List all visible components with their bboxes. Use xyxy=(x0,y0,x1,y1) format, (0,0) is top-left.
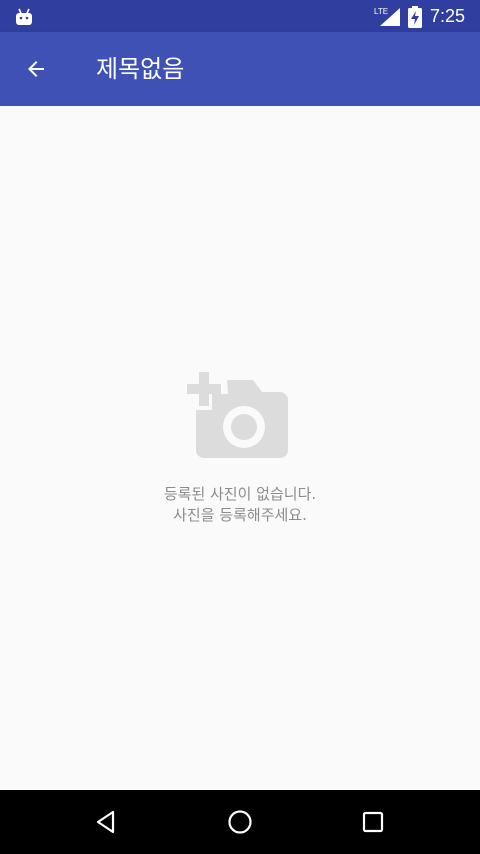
empty-state: 등록된 사진이 없습니다. 사진을 등록해주세요. xyxy=(0,370,480,526)
android-icon xyxy=(16,8,32,25)
empty-message-line1: 등록된 사진이 없습니다. xyxy=(163,485,317,503)
page-title: 제목없음 xyxy=(96,55,185,83)
lte-signal-icon: LTE xyxy=(374,7,400,26)
arrow-back-icon xyxy=(28,61,44,77)
add-photo-camera-icon[interactable] xyxy=(187,370,293,466)
nav-recents-icon xyxy=(362,811,384,833)
empty-message-line2: 사진을 등록해주세요. xyxy=(173,506,307,524)
nav-back-icon xyxy=(96,810,115,834)
nav-home-icon xyxy=(228,810,252,834)
status-bar: LTE 7:25 xyxy=(0,0,480,32)
photo-list-area: 등록된 사진이 없습니다. 사진을 등록해주세요. xyxy=(0,106,480,790)
battery-charging-icon xyxy=(408,6,422,28)
back-button[interactable] xyxy=(12,45,60,93)
nav-back-button[interactable] xyxy=(86,802,126,842)
status-time: 7:25 xyxy=(430,6,466,26)
nav-home-button[interactable] xyxy=(220,802,260,842)
system-nav-bar xyxy=(0,790,480,854)
network-label: LTE xyxy=(374,7,388,16)
nav-recents-button[interactable] xyxy=(353,802,393,842)
app-bar: 제목없음 xyxy=(0,32,480,106)
